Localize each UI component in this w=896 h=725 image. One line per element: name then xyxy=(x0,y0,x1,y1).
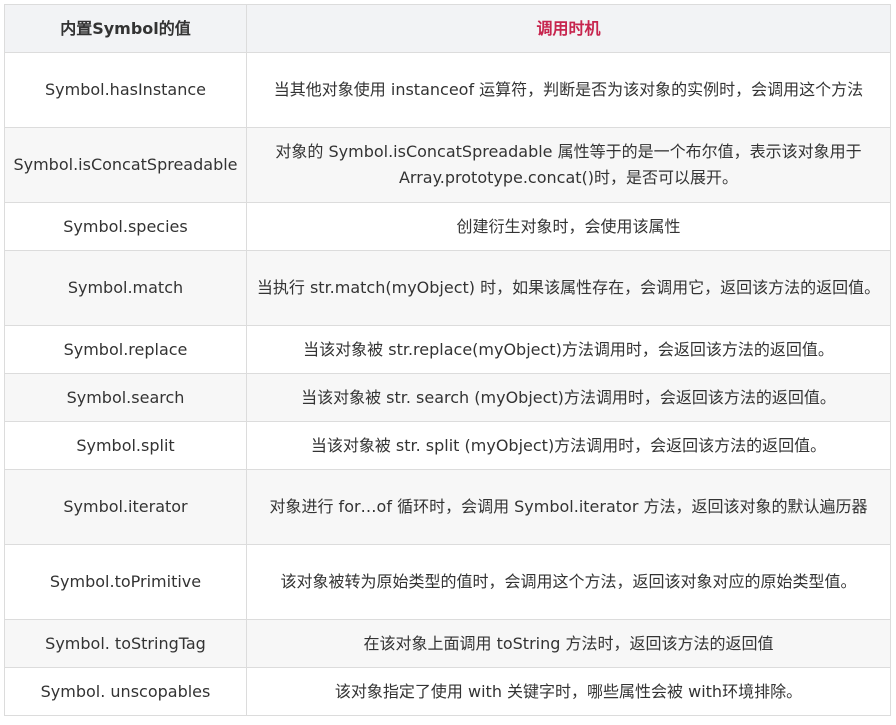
table-body: Symbol.hasInstance 当其他对象使用 instanceof 运算… xyxy=(4,52,891,716)
table-row: Symbol.match 当执行 str.match(myObject) 时，如… xyxy=(4,250,891,326)
symbol-name-cell: Symbol.match xyxy=(4,250,247,326)
call-timing-cell: 创建衍生对象时，会使用该属性 xyxy=(246,202,891,251)
symbol-name-cell: Symbol.iterator xyxy=(4,469,247,545)
call-timing-cell: 该对象被转为原始类型的值时，会调用这个方法，返回该对象对应的原始类型值。 xyxy=(246,544,891,620)
table-row: Symbol.search 当该对象被 str. search (myObjec… xyxy=(4,373,891,422)
call-timing-cell: 在该对象上面调用 toString 方法时，返回该方法的返回值 xyxy=(246,619,891,668)
table-row: Symbol. unscopables 该对象指定了使用 with 关键字时，哪… xyxy=(4,667,891,716)
header-call-timing: 调用时机 xyxy=(246,4,891,53)
header-row: 内置Symbol的值 调用时机 xyxy=(4,4,891,53)
symbol-name-cell: Symbol. unscopables xyxy=(4,667,247,716)
symbol-name-cell: Symbol.isConcatSpreadable xyxy=(4,127,247,203)
header-symbol-value: 内置Symbol的值 xyxy=(4,4,247,53)
table-row: Symbol.split 当该对象被 str. split (myObject)… xyxy=(4,421,891,470)
table-row: Symbol.replace 当该对象被 str.replace(myObjec… xyxy=(4,325,891,374)
symbol-name-cell: Symbol.species xyxy=(4,202,247,251)
call-timing-cell: 对象的 Symbol.isConcatSpreadable 属性等于的是一个布尔… xyxy=(246,127,891,203)
table-row: Symbol. toStringTag 在该对象上面调用 toString 方法… xyxy=(4,619,891,668)
table-row: Symbol.hasInstance 当其他对象使用 instanceof 运算… xyxy=(4,52,891,128)
table-row: Symbol.species 创建衍生对象时，会使用该属性 xyxy=(4,202,891,251)
symbol-name-cell: Symbol.hasInstance xyxy=(4,52,247,128)
table-row: Symbol.isConcatSpreadable 对象的 Symbol.isC… xyxy=(4,127,891,203)
call-timing-cell: 当该对象被 str. split (myObject)方法调用时，会返回该方法的… xyxy=(246,421,891,470)
symbol-name-cell: Symbol.search xyxy=(4,373,247,422)
call-timing-cell: 当该对象被 str. search (myObject)方法调用时，会返回该方法… xyxy=(246,373,891,422)
symbol-name-cell: Symbol.replace xyxy=(4,325,247,374)
symbol-name-cell: Symbol. toStringTag xyxy=(4,619,247,668)
call-timing-cell: 对象进行 for…of 循环时，会调用 Symbol.iterator 方法，返… xyxy=(246,469,891,545)
table-row: Symbol.toPrimitive 该对象被转为原始类型的值时，会调用这个方法… xyxy=(4,544,891,620)
symbol-name-cell: Symbol.toPrimitive xyxy=(4,544,247,620)
call-timing-cell: 当执行 str.match(myObject) 时，如果该属性存在，会调用它，返… xyxy=(246,250,891,326)
table-header: 内置Symbol的值 调用时机 xyxy=(4,4,891,53)
symbol-name-cell: Symbol.split xyxy=(4,421,247,470)
call-timing-cell: 当该对象被 str.replace(myObject)方法调用时，会返回该方法的… xyxy=(246,325,891,374)
call-timing-cell: 当其他对象使用 instanceof 运算符，判断是否为该对象的实例时，会调用这… xyxy=(246,52,891,128)
call-timing-cell: 该对象指定了使用 with 关键字时，哪些属性会被 with环境排除。 xyxy=(246,667,891,716)
symbol-values-table: 内置Symbol的值 调用时机 Symbol.hasInstance 当其他对象… xyxy=(4,4,891,716)
table-row: Symbol.iterator 对象进行 for…of 循环时，会调用 Symb… xyxy=(4,469,891,545)
